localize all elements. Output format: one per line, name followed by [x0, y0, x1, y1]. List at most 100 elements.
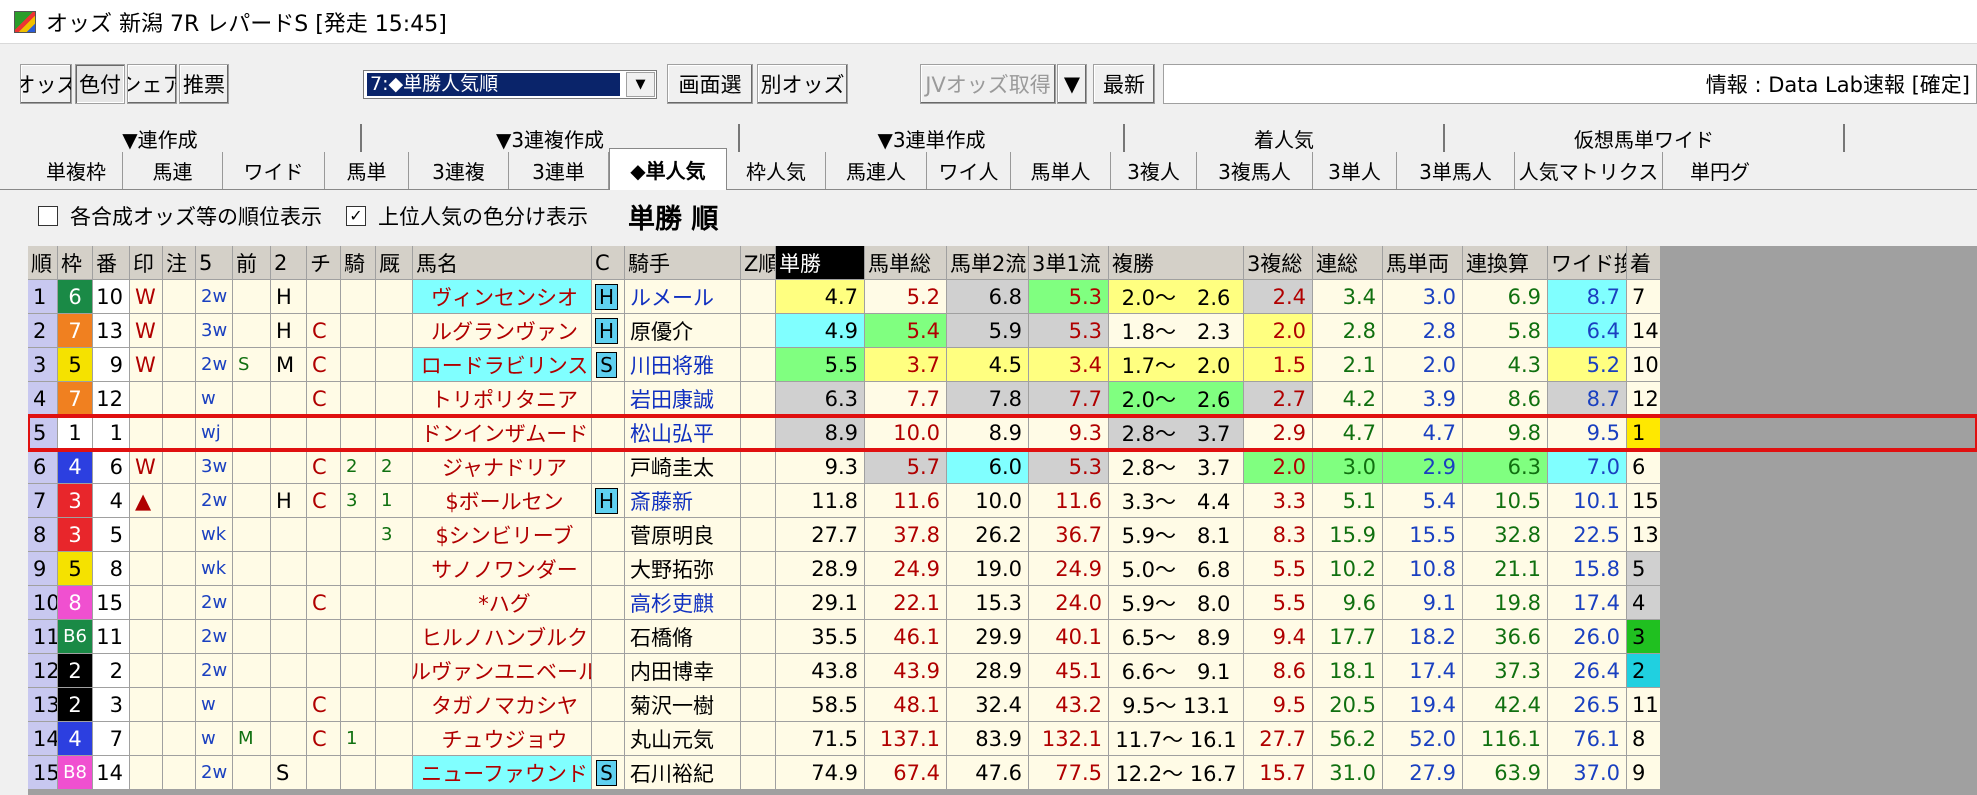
column-header[interactable]: 枠 [58, 246, 92, 279]
tab-sanpuku-popularity[interactable]: 3複人 [1111, 152, 1197, 189]
col-horse-name: ルヴァンユニベール [413, 654, 591, 687]
table-row[interactable]: 15 B8 14 2w S ニューファウンド S 石川裕紀 74.9 67.4 47.6 77.5 12… [28, 756, 1977, 790]
column-header[interactable]: 2 [271, 246, 306, 279]
tab-sanrenpuku[interactable]: 3連複 [409, 152, 509, 189]
column-header[interactable]: ワイド換 [1548, 246, 1626, 279]
column-header[interactable]: 印 [130, 246, 162, 279]
col-note [163, 552, 195, 585]
column-header[interactable]: Z順 [741, 246, 775, 279]
table-row[interactable]: 12 2 2 2w ルヴァンユニベール 内田博幸 43.8 43.9 28.9 45.1 6.6～ … [28, 654, 1977, 688]
course-badge: H [594, 317, 619, 344]
col-umatan-total: 37.8 [865, 518, 946, 551]
column-header[interactable]: 馬名 [413, 246, 591, 279]
table-row[interactable]: 5 1 1 wj ドンインザムード 松山弘平 8.9 10.0 8.9 9.3 2.8～ 3.7 2.… [28, 414, 1977, 452]
color-button[interactable]: 色付 [75, 64, 125, 104]
col-umatan-both: 3.0 [1383, 280, 1462, 313]
table-row[interactable]: 1 6 10 W 2w H ヴィンセンシオ H ルメール 4.7 5.2 6.8 5.3 2.0～ 2.6… [28, 280, 1977, 314]
tab-wide[interactable]: ワイド [223, 152, 325, 189]
jv-fetch-button[interactable]: JVオッズ取得 [920, 64, 1056, 104]
tab-umaren[interactable]: 馬連 [123, 152, 223, 189]
col-note [163, 450, 195, 483]
chevron-down-icon[interactable]: ▼ [626, 72, 655, 97]
column-header[interactable]: C [592, 246, 624, 279]
col-z-rank [741, 416, 775, 449]
column-header[interactable]: 5 [196, 246, 232, 279]
column-header[interactable]: 番 [93, 246, 129, 279]
col-umatan-total: 10.0 [865, 416, 946, 449]
column-header[interactable]: 着 [1627, 246, 1660, 279]
tab-santan-popularity[interactable]: 3単人 [1313, 152, 1397, 189]
table-row[interactable]: 13 2 3 w C タガノマカシヤ 菊沢一樹 58.5 48.1 32.4 43.2 9.5～ 13… [28, 688, 1977, 722]
column-header[interactable]: 連総 [1313, 246, 1382, 279]
column-header[interactable]: チ [307, 246, 340, 279]
column-header[interactable]: 連換算 [1463, 246, 1547, 279]
col-jockey-change [341, 280, 375, 313]
tab-win-yen-graph[interactable]: 単円グ [1663, 152, 1777, 189]
column-header[interactable]: 前 [233, 246, 270, 279]
column-header[interactable]: 馬単両 [1383, 246, 1462, 279]
column-header[interactable]: 3複総 [1244, 246, 1312, 279]
checkbox-icon[interactable]: ✓ [346, 206, 366, 226]
column-header[interactable]: 3単1流 [1029, 246, 1108, 279]
col-umatan-both: 52.0 [1383, 722, 1462, 755]
col-umatan-2: 29.9 [947, 620, 1028, 653]
tab-sanpuku-horse-popularity[interactable]: 3複馬人 [1197, 152, 1313, 189]
col-wide-conv: 26.4 [1548, 654, 1626, 687]
table-row[interactable]: 3 5 9 W 2w S M C ロードラビリンス S 川田将雅 5.5 3.7 4.5 3.4 1.7～ 2… [28, 348, 1977, 382]
tab-group-sanrentan-create[interactable]: ▼3連単作成 [740, 124, 1125, 152]
table-row[interactable]: 9 5 8 wk サノノワンダー 大野拓弥 28.9 24.9 19.0 24.9 5.0～ 6.8… [28, 552, 1977, 586]
tab-sanrentan[interactable]: 3連単 [509, 152, 609, 189]
table-row[interactable]: 14 4 7 w M C 1 チュウジョウ 丸山元気 71.5 137.1 83.9 132.1 11.7… [28, 722, 1977, 756]
sort-select[interactable]: 7:◆単勝人気順 ▼ [363, 70, 657, 99]
table-row[interactable]: 4 7 12 w C トリポリタニア 岩田康誠 6.3 7.7 7.8 7.7 2.0～ 2.6 2.7… [28, 382, 1977, 416]
col-mark [130, 552, 162, 585]
tab-santan-horse-popularity[interactable]: 3単馬人 [1397, 152, 1515, 189]
col-5: w [196, 382, 232, 415]
column-header[interactable]: 騎手 [625, 246, 740, 279]
latest-button[interactable]: 最新 [1093, 64, 1155, 104]
col-horse-name: ルグランヴァン [413, 314, 591, 347]
tab-tanpuku-waku[interactable]: 単複枠 [0, 152, 123, 189]
col-z-rank [741, 756, 775, 789]
recommend-button[interactable]: 推票 [179, 64, 229, 104]
col-5: 2w [196, 654, 232, 687]
col-jockey: ルメール [625, 280, 740, 313]
tab-umaren-popularity[interactable]: 馬連人 [826, 152, 927, 189]
table-row[interactable]: 6 4 6 W 3w C 2 2 ジャナドリア 戸崎圭太 9.3 5.7 6.0 5.3 2.8～ 3.7 2… [28, 450, 1977, 484]
table-row[interactable]: 7 3 4 ▲ 2w H C 3 1 $ボールセン H 斎藤新 11.8 11.6 10.0 11.6 3.3～… [28, 484, 1977, 518]
checkbox-icon[interactable] [38, 206, 58, 226]
column-header[interactable]: 騎 [341, 246, 375, 279]
table-row[interactable]: 8 3 5 wk 3 $シンビリーブ 菅原明良 27.7 37.8 26.2 36.7 5.9～ 8.… [28, 518, 1977, 552]
tab-win-popularity[interactable]: ◆単人気 [609, 148, 727, 190]
tab-popularity-matrix[interactable]: 人気マトリクス [1515, 152, 1663, 189]
column-header[interactable]: 単勝 [776, 246, 864, 279]
column-header[interactable]: 注 [163, 246, 195, 279]
tab-group-more[interactable] [1845, 124, 1977, 152]
table-row[interactable]: 10 8 15 2w C *ハグ 高杉吏麒 29.1 22.1 15.3 24.0 5.9～ 8.0 5… [28, 586, 1977, 620]
other-odds-button[interactable]: 別オッズ [757, 64, 848, 104]
tab-group-finish-popularity[interactable]: 着人気 [1125, 124, 1445, 152]
tab-group-ren-create[interactable]: ▼連作成 [0, 124, 362, 152]
tab-wide-popularity[interactable]: ワイ人 [927, 152, 1011, 189]
column-header[interactable]: 馬単総 [865, 246, 946, 279]
column-header[interactable]: 順 [28, 246, 57, 279]
tab-group-virtual-wide[interactable]: 仮想馬単ワイド [1445, 124, 1845, 152]
col-number: 11 [93, 620, 129, 653]
column-header[interactable]: 複勝 [1109, 246, 1243, 279]
col-check: C [307, 314, 340, 347]
odds-button[interactable]: オッズ [20, 64, 72, 104]
share-button[interactable]: シェア [127, 64, 177, 104]
column-header[interactable]: 馬単2流 [947, 246, 1028, 279]
jv-fetch-dropdown[interactable]: ▼ [1057, 64, 1087, 104]
table-row[interactable]: 2 7 13 W 3w H C ルグランヴァン H 原優介 4.9 5.4 5.9 5.3 1.8～ 2.3… [28, 314, 1977, 348]
tab-umatan[interactable]: 馬単 [325, 152, 409, 189]
table-row[interactable]: 11 B6 11 2w ヒルノハンブルク 石橋脩 35.5 46.1 29.9 40.1 6.5～ … [28, 620, 1977, 654]
color-display-checkbox[interactable]: ✓ 上位人気の色分け表示 [346, 201, 588, 231]
col-waku: B6 [58, 620, 92, 653]
tab-umatan-popularity[interactable]: 馬単人 [1011, 152, 1111, 189]
screen-select-button[interactable]: 画面選 [667, 64, 753, 104]
tab-waku-popularity[interactable]: 枠人気 [727, 152, 826, 189]
rank-display-checkbox[interactable]: 各合成オッズ等の順位表示 [38, 201, 322, 231]
col-horse-name: $シンビリーブ [413, 518, 591, 551]
column-header[interactable]: 厩 [376, 246, 412, 279]
